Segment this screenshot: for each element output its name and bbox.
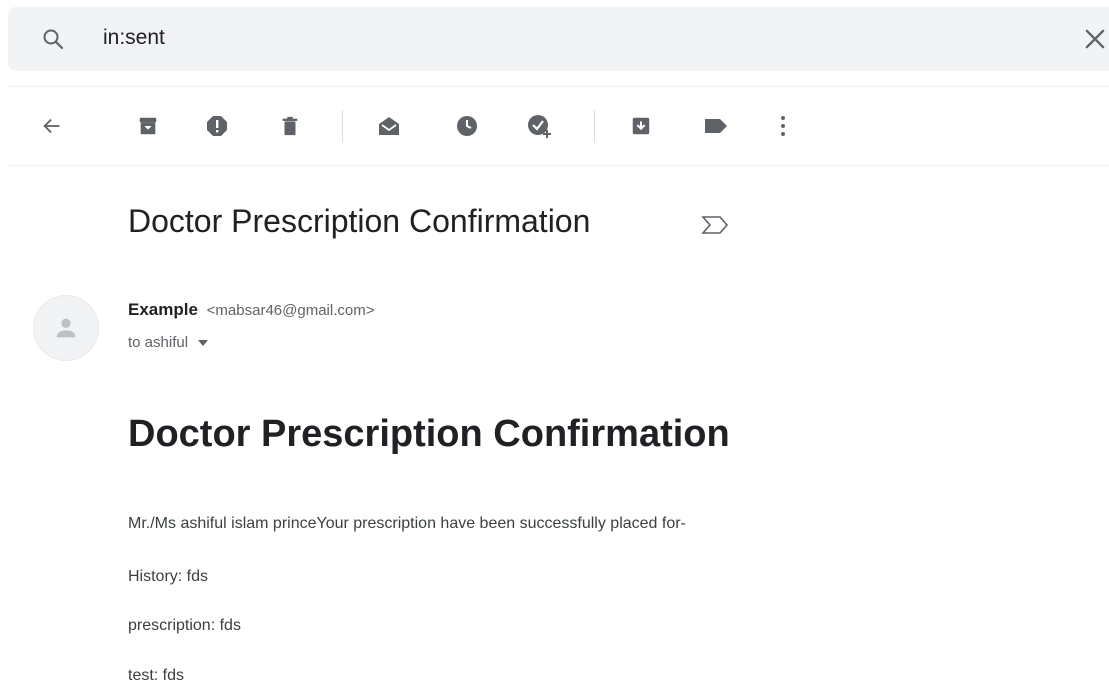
- delete-icon: [282, 116, 298, 136]
- more-options-button[interactable]: [769, 112, 797, 140]
- archive-button[interactable]: [134, 112, 162, 140]
- sender-name[interactable]: Example: [128, 300, 198, 319]
- toolbar-separator: [594, 110, 595, 142]
- message-toolbar: [0, 100, 1109, 152]
- body-paragraph: test: fds: [128, 667, 185, 684]
- move-to-icon: [632, 117, 650, 135]
- add-to-tasks-button[interactable]: [525, 112, 553, 140]
- delete-button[interactable]: [276, 112, 304, 140]
- mark-unread-icon: [379, 117, 399, 135]
- body-paragraph: History: fds: [128, 568, 209, 585]
- sender-info: Example <mabsar46@gmail.com>: [128, 300, 374, 320]
- back-arrow-icon: [43, 118, 60, 134]
- recipient-details[interactable]: to ashiful: [128, 334, 209, 351]
- back-button[interactable]: [38, 112, 66, 140]
- snooze-icon: [457, 116, 477, 136]
- report-spam-icon: [207, 116, 227, 136]
- recipient-label: to ashiful: [128, 334, 189, 351]
- report-spam-button[interactable]: [203, 112, 231, 140]
- chevron-down-icon[interactable]: [198, 339, 209, 346]
- label-icon: [705, 119, 727, 133]
- mark-unread-button[interactable]: [375, 112, 403, 140]
- email-subject: Doctor Prescription Confirmation: [128, 203, 591, 239]
- search-icon[interactable]: [41, 27, 65, 51]
- labels-button[interactable]: [702, 112, 730, 140]
- avatar[interactable]: [33, 295, 99, 361]
- body-paragraph: Mr./Ms ashiful islam princeYour prescrip…: [128, 515, 686, 532]
- close-icon[interactable]: [1081, 25, 1109, 53]
- body-heading: Doctor Prescription Confirmation: [128, 413, 730, 455]
- archive-icon: [139, 117, 157, 135]
- add-to-tasks-icon: [528, 115, 551, 138]
- person-icon: [56, 318, 76, 338]
- toolbar-separator: [342, 110, 343, 142]
- divider: [8, 86, 1109, 87]
- move-to-button[interactable]: [627, 112, 655, 140]
- more-options-icon: [781, 116, 785, 136]
- search-input[interactable]: in:sent: [103, 26, 165, 50]
- snooze-button[interactable]: [453, 112, 481, 140]
- important-marker-icon[interactable]: [700, 214, 730, 236]
- body-paragraph: prescription: fds: [128, 617, 241, 634]
- sender-email: <mabsar46@gmail.com>: [206, 302, 375, 319]
- search-bar[interactable]: in:sent: [8, 7, 1109, 71]
- divider: [8, 165, 1109, 166]
